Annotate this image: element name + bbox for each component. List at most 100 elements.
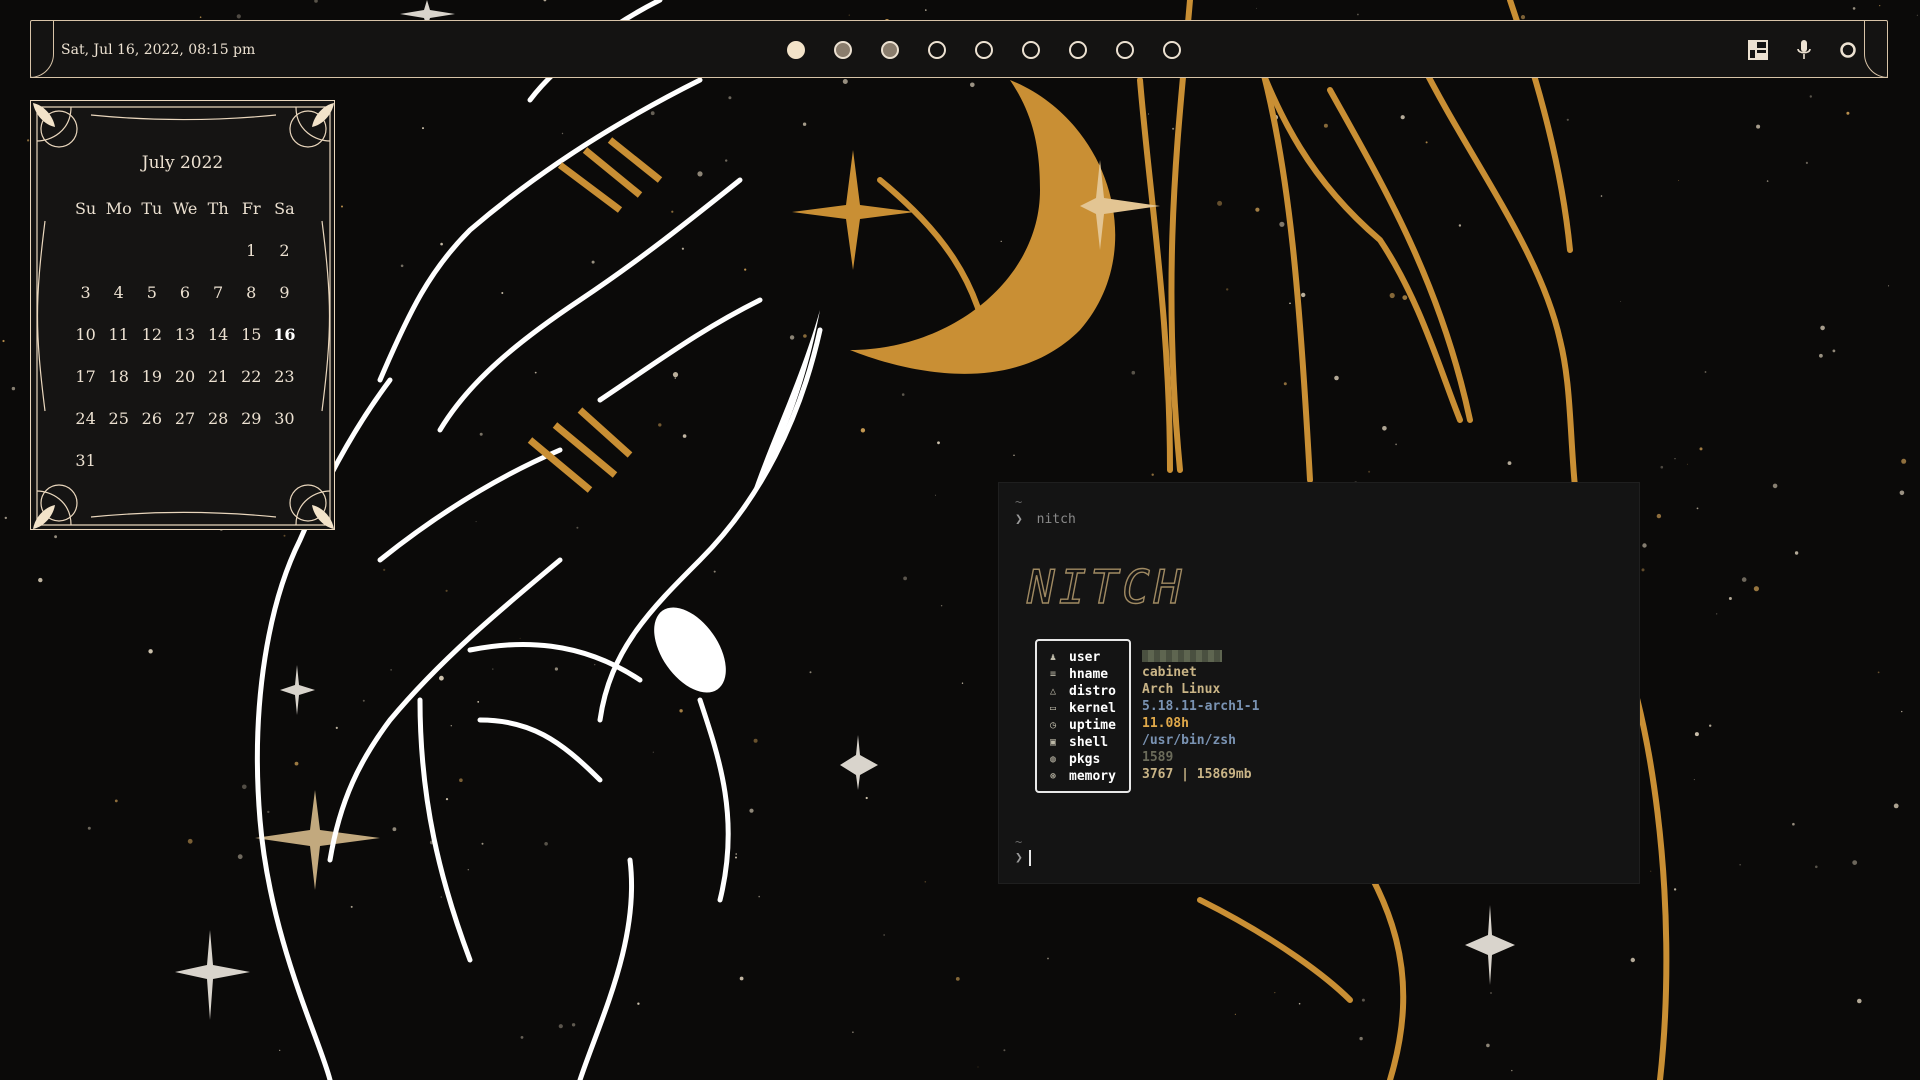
calendar-day[interactable]: 1 bbox=[235, 238, 268, 263]
calendar-day[interactable]: 16 bbox=[268, 322, 301, 347]
weekday-header: Fr bbox=[241, 199, 261, 218]
distro-icon: △ bbox=[1049, 686, 1057, 697]
calendar-day[interactable]: 12 bbox=[135, 322, 168, 347]
nitch-ascii-logo: NITCH bbox=[1025, 559, 1185, 614]
nitch-info-labels: ♟ user ≡ hname △ distro ▭ kernel ◷ uptime ▣ shell ◍ p… bbox=[1035, 639, 1131, 793]
info-row-user: ♟ user bbox=[1047, 649, 1100, 666]
calendar-blank-cell bbox=[202, 238, 235, 263]
calendar-day[interactable]: 13 bbox=[168, 322, 201, 347]
info-value-shell: /usr/bin/zsh bbox=[1142, 733, 1236, 748]
info-value-kernel: 5.18.11-arch1-1 bbox=[1142, 699, 1260, 714]
weekday-header: Th bbox=[207, 199, 229, 218]
host-icon: ≡ bbox=[1049, 669, 1057, 680]
workspace-7-indicator[interactable] bbox=[1069, 41, 1087, 59]
weekday-header: We bbox=[172, 199, 198, 218]
calendar-day[interactable]: 11 bbox=[102, 322, 135, 347]
calendar-blank-cell bbox=[135, 238, 168, 263]
microphone-icon[interactable] bbox=[1795, 39, 1813, 61]
calendar-day[interactable]: 6 bbox=[168, 280, 201, 305]
info-value-uptime: 11.08h bbox=[1142, 716, 1189, 731]
top-bar: Sat, Jul 16, 2022, 08:15 pm bbox=[30, 20, 1888, 78]
workspace-5-indicator[interactable] bbox=[975, 41, 993, 59]
calendar-day[interactable]: 15 bbox=[235, 322, 268, 347]
calendar-day[interactable]: 17 bbox=[69, 364, 102, 389]
calendar-day[interactable]: 18 bbox=[102, 364, 135, 389]
calendar-day[interactable]: 26 bbox=[135, 406, 168, 431]
calendar-day[interactable]: 23 bbox=[268, 364, 301, 389]
info-row-distro: △ distro bbox=[1047, 683, 1116, 700]
calendar-day[interactable]: 5 bbox=[135, 280, 168, 305]
info-label: pkgs bbox=[1069, 752, 1101, 767]
prompt-symbol-2: ❯ bbox=[1015, 850, 1023, 866]
calendar-day[interactable]: 3 bbox=[69, 280, 102, 305]
workspace-indicators bbox=[787, 41, 1181, 59]
calendar-blank-cell bbox=[102, 238, 135, 263]
kernel-icon: ▭ bbox=[1049, 703, 1057, 714]
calendar-day[interactable]: 25 bbox=[102, 406, 135, 431]
calendar-blank-cell bbox=[168, 238, 201, 263]
info-label: distro bbox=[1069, 684, 1116, 699]
info-label: memory bbox=[1069, 769, 1116, 784]
prompt-directory: ~ bbox=[1015, 495, 1023, 509]
calendar-day[interactable]: 24 bbox=[69, 406, 102, 431]
calendar-day[interactable]: 28 bbox=[202, 406, 235, 431]
workspace-8-indicator[interactable] bbox=[1116, 41, 1134, 59]
nitch-logo-text: NITCH bbox=[1026, 560, 1185, 614]
info-row-kernel: ▭ kernel bbox=[1047, 700, 1116, 717]
workspace-9-indicator[interactable] bbox=[1163, 41, 1181, 59]
user-icon: ♟ bbox=[1049, 652, 1057, 663]
clock-datetime: Sat, Jul 16, 2022, 08:15 pm bbox=[61, 42, 256, 58]
calendar-day[interactable]: 2 bbox=[268, 238, 301, 263]
workspace-3-indicator[interactable] bbox=[881, 41, 899, 59]
info-row-shell: ▣ shell bbox=[1047, 734, 1108, 751]
terminal-window[interactable]: ~ ❯ nitch NITCH ♟ user ≡ hname △ distro ▭ kerne… bbox=[998, 482, 1640, 884]
workspace-4-indicator[interactable] bbox=[928, 41, 946, 59]
calendar-day[interactable]: 4 bbox=[102, 280, 135, 305]
calendar-widget: July 2022 Su Mo Tu We Th Fr Sa 1 2 3 4 5 6 7 8 9 10 11 12 1… bbox=[30, 100, 335, 530]
calendar-day[interactable]: 21 bbox=[202, 364, 235, 389]
calendar-day[interactable]: 9 bbox=[268, 280, 301, 305]
info-label: uptime bbox=[1069, 718, 1116, 733]
bar-right-icons bbox=[1747, 21, 1857, 79]
calendar-blank-cell bbox=[69, 238, 102, 263]
weekday-header: Sa bbox=[274, 199, 295, 218]
redacted-username bbox=[1142, 650, 1222, 662]
calendar-day[interactable]: 22 bbox=[235, 364, 268, 389]
workspace-1-indicator[interactable] bbox=[787, 41, 805, 59]
calendar-day[interactable]: 7 bbox=[202, 280, 235, 305]
calendar-day[interactable]: 14 bbox=[202, 322, 235, 347]
command-text: nitch bbox=[1036, 512, 1076, 527]
workspace-2-indicator[interactable] bbox=[834, 41, 852, 59]
weekday-header: Mo bbox=[105, 199, 132, 218]
calendar-day[interactable]: 19 bbox=[135, 364, 168, 389]
workspace-6-indicator[interactable] bbox=[1022, 41, 1040, 59]
info-label: user bbox=[1069, 650, 1101, 665]
active-command-line[interactable]: ❯ bbox=[1015, 850, 1031, 866]
calendar-day[interactable]: 29 bbox=[235, 406, 268, 431]
info-value-distro: Arch Linux bbox=[1142, 682, 1221, 697]
info-label: shell bbox=[1069, 735, 1109, 750]
calendar-day[interactable]: 20 bbox=[168, 364, 201, 389]
info-row-pkgs: ◍ pkgs bbox=[1047, 751, 1100, 768]
layout-icon[interactable] bbox=[1747, 39, 1769, 61]
calendar-day[interactable]: 27 bbox=[168, 406, 201, 431]
uptime-icon: ◷ bbox=[1049, 720, 1057, 731]
calendar-day[interactable]: 31 bbox=[69, 448, 102, 473]
info-row-memory: ⊛ memory bbox=[1047, 768, 1116, 785]
info-value-memory: 3767 | 15869mb bbox=[1142, 767, 1252, 782]
command-line: ❯ nitch bbox=[1015, 512, 1076, 527]
package-icon: ◍ bbox=[1049, 754, 1057, 765]
memory-icon: ⊛ bbox=[1049, 771, 1057, 782]
calendar-day[interactable]: 10 bbox=[69, 322, 102, 347]
weekday-header: Su bbox=[74, 199, 97, 218]
shell-icon: ▣ bbox=[1049, 737, 1057, 748]
prompt-symbol: ❯ bbox=[1015, 512, 1023, 527]
info-value-hname: cabinet bbox=[1142, 665, 1197, 680]
power-icon[interactable] bbox=[1839, 41, 1857, 59]
prompt-directory-2: ~ bbox=[1015, 835, 1023, 849]
calendar-day[interactable]: 30 bbox=[268, 406, 301, 431]
info-label: hname bbox=[1069, 667, 1109, 682]
info-row-hname: ≡ hname bbox=[1047, 666, 1108, 683]
calendar-day[interactable]: 8 bbox=[235, 280, 268, 305]
info-label: kernel bbox=[1069, 701, 1116, 716]
